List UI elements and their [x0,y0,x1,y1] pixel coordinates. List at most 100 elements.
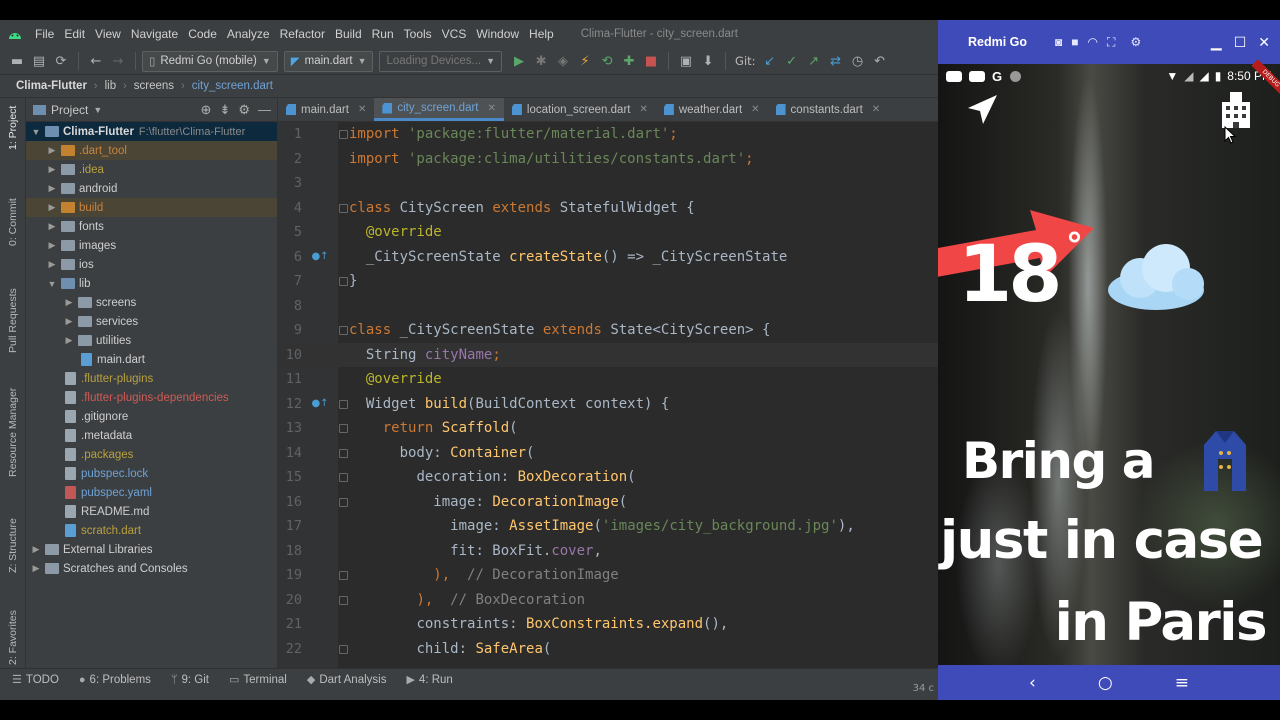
chevron-right-icon[interactable]: ▶ [46,240,58,251]
breadcrumb-file[interactable]: city_screen.dart [192,80,273,92]
menu-code[interactable]: Code [183,27,222,41]
debug-icon[interactable]: ✱ [530,50,552,72]
code-line[interactable]: 11 @override [278,367,940,392]
chevron-right-icon[interactable]: ▶ [46,145,58,156]
menu-view[interactable]: View [90,27,126,41]
tree-item-root[interactable]: ▼ Clima-Flutter F:\flutter\Clima-Flutter [26,122,277,141]
chevron-right-icon[interactable]: ▶ [63,316,75,327]
hot-reload-icon[interactable]: ⚡ [574,50,596,72]
tree-item-screens[interactable]: ▶ screens [26,293,277,312]
code-editor[interactable]: 1 import 'package:flutter/material.dart'… [278,122,940,668]
run-tool[interactable]: ▶ 4: Run [406,673,452,687]
code-line[interactable]: 12 ●↑ Widget build(BuildContext context) … [278,392,940,417]
tree-item-external-libraries[interactable]: ▶ External Libraries [26,540,277,559]
gear-icon[interactable]: ⚙ [238,102,250,118]
menu-vcs[interactable]: VCS [437,27,472,41]
strip-favorites[interactable]: 2: Favorites [3,610,23,672]
strip-pull-requests[interactable]: Pull Requests [3,288,23,370]
coverage-icon[interactable]: ◈ [552,50,574,72]
tree-item-dart-tool[interactable]: ▶ .dart_tool [26,141,277,160]
back-arrow-icon[interactable]: ← [85,50,107,72]
open-folder-icon[interactable]: ▬ [6,50,28,72]
code-line[interactable]: 3 [278,171,940,196]
close-icon[interactable]: ✕ [751,104,759,115]
tree-item-scratches[interactable]: ▶ Scratches and Consoles [26,559,277,578]
city-building-icon[interactable] [1218,88,1254,130]
tab-location-screen-dart[interactable]: location_screen.dart ✕ [504,98,656,121]
tree-item-images[interactable]: ▶ images [26,236,277,255]
navigation-arrow-icon[interactable] [964,92,1000,128]
camera-icon[interactable]: ◙ [1055,35,1062,50]
breadcrumb-lib[interactable]: lib [105,80,117,92]
tab-constants-dart[interactable]: constants.dart ✕ [768,98,889,121]
code-line[interactable]: 6 ●↑ _CityScreenState createState() => _C… [278,245,940,270]
code-line[interactable]: 22 child: SafeArea( [278,637,940,662]
dart-analysis-tool[interactable]: ◆ Dart Analysis [307,673,387,687]
code-line[interactable]: 18 fit: BoxFit.cover, [278,539,940,564]
home-icon[interactable]: ○ [1098,673,1113,693]
code-line[interactable]: 21 constraints: BoxConstraints.expand(), [278,612,940,637]
chevron-right-icon[interactable]: ▶ [46,183,58,194]
tree-item-main-dart[interactable]: main.dart [26,350,277,369]
code-line[interactable]: 17 image: AssetImage('images/city_backgr… [278,514,940,539]
strip-structure[interactable]: Z: Structure [3,518,23,596]
problems-tool[interactable]: ● 6: Problems [79,674,151,686]
tree-item-packages[interactable]: .packages [26,445,277,464]
terminal-tool[interactable]: ▭ Terminal [229,673,287,687]
tree-item-ios[interactable]: ▶ ios [26,255,277,274]
tree-item-metadata[interactable]: .metadata [26,426,277,445]
code-line[interactable]: 13 return Scaffold( [278,416,940,441]
hot-restart-icon[interactable]: ⟲ [596,50,618,72]
tree-item-scratch-dart[interactable]: scratch.dart [26,521,277,540]
stop-icon[interactable]: ■ [640,50,662,72]
code-line[interactable]: 14 body: Container( [278,441,940,466]
code-line[interactable]: 19 ), // DecorationImage [278,563,940,588]
override-marker-icon[interactable]: ●↑ [302,398,338,409]
run-config-selector[interactable]: ◤ main.dart ▼ [283,50,374,72]
tree-item-services[interactable]: ▶ services [26,312,277,331]
menu-edit[interactable]: Edit [59,27,90,41]
fold-marker-icon[interactable] [339,326,348,335]
back-icon[interactable]: ‹ [1029,673,1036,693]
menu-window[interactable]: Window [471,27,524,41]
attach-debugger-icon[interactable]: ✚ [618,50,640,72]
chevron-right-icon[interactable]: ▶ [46,164,58,175]
tab-main-dart[interactable]: main.dart ✕ [278,98,374,121]
tree-item-fonts[interactable]: ▶ fonts [26,217,277,236]
chevron-down-icon[interactable]: ▼ [30,127,42,137]
menu-run[interactable]: Run [367,27,399,41]
chevron-right-icon[interactable]: ▶ [30,544,42,555]
fold-marker-icon[interactable] [339,400,348,409]
loading-devices-selector[interactable]: Loading Devices... ▼ [379,50,503,72]
fold-marker-icon[interactable] [339,645,348,654]
close-icon[interactable]: ✕ [1258,34,1270,51]
close-icon[interactable]: ✕ [639,104,647,115]
forward-arrow-icon[interactable]: → [107,50,129,72]
code-line[interactable]: 9 class _CityScreenState extends State<C… [278,318,940,343]
tree-item-flutter-plugins[interactable]: .flutter-plugins [26,369,277,388]
chevron-right-icon[interactable]: ▶ [63,335,75,346]
tab-city-screen-dart[interactable]: city_screen.dart ✕ [374,98,504,121]
code-line[interactable]: 4 class CityScreen extends StatefulWidge… [278,196,940,221]
code-line[interactable]: 5 @override [278,220,940,245]
tree-item-pubspec-lock[interactable]: pubspec.lock [26,464,277,483]
chevron-down-icon[interactable]: ▼ [46,279,58,289]
fold-marker-icon[interactable] [339,498,348,507]
tree-item-pubspec-yaml[interactable]: pubspec.yaml [26,483,277,502]
minimize-icon[interactable]: — [258,102,271,118]
minimize-icon[interactable]: ▁ [1211,34,1222,51]
git-update-icon[interactable]: ↙ [759,50,781,72]
fold-marker-icon[interactable] [339,424,348,433]
code-line[interactable]: 16 image: DecorationImage( [278,490,940,515]
sync-icon[interactable]: ⟳ [50,50,72,72]
todo-tool[interactable]: ☰ TODO [12,673,59,687]
tab-weather-dart[interactable]: weather.dart ✕ [656,98,768,121]
menu-navigate[interactable]: Navigate [126,27,183,41]
tree-item-build[interactable]: ▶ build [26,198,277,217]
strip-commit[interactable]: 0: Commit [3,198,23,258]
git-compare-icon[interactable]: ⇄ [825,50,847,72]
tree-item-utilities[interactable]: ▶ utilities [26,331,277,350]
code-line[interactable]: 20 ), // BoxDecoration [278,588,940,613]
chevron-right-icon[interactable]: ▶ [46,221,58,232]
fold-marker-icon[interactable] [339,277,348,286]
